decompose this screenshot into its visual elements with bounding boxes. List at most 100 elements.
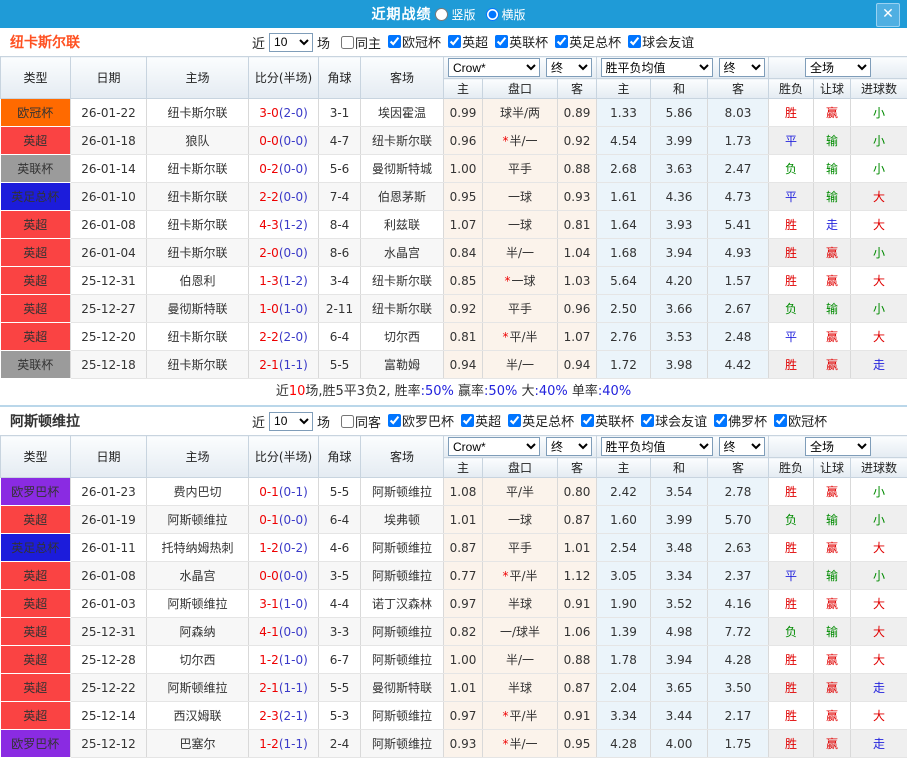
- sub-header-goals: 进球数: [851, 79, 907, 99]
- close-button[interactable]: ✕: [876, 3, 900, 27]
- odds-company-select[interactable]: Crow*: [448, 437, 540, 456]
- league-checkbox-佛罗杯[interactable]: 佛罗杯: [714, 411, 767, 430]
- summary-segment: 近: [276, 384, 289, 399]
- euro-stage-select[interactable]: 终: [719, 58, 765, 77]
- league-checkbox-input[interactable]: [641, 414, 654, 427]
- same-side-checkbox-input[interactable]: [341, 36, 354, 49]
- league-checkbox-input[interactable]: [508, 414, 521, 427]
- match-date: 25-12-18: [71, 351, 147, 379]
- outcome-cell: 胜: [769, 351, 814, 379]
- summary-segment: 10: [289, 384, 306, 399]
- same-side-checkbox[interactable]: 同主: [341, 33, 381, 52]
- league-checkbox-球会友谊[interactable]: 球会友谊: [641, 411, 707, 430]
- sub-header-asia-away: 客: [558, 458, 597, 478]
- league-checkbox-球会友谊[interactable]: 球会友谊: [628, 32, 694, 51]
- handicap-star: *: [502, 330, 508, 344]
- league-checkbox-英联杯[interactable]: 英联杯: [581, 411, 634, 430]
- home-team: 纽卡斯尔联: [147, 99, 249, 127]
- handicap-result-cell: 输: [814, 562, 851, 590]
- league-checkbox-input[interactable]: [581, 414, 594, 427]
- score-cell: 0-0(0-0): [249, 562, 319, 590]
- handicap-cell: *一球: [483, 267, 558, 295]
- odds-company-select[interactable]: Crow*: [448, 58, 540, 77]
- euro-away-odds: 8.03: [708, 99, 769, 127]
- asia-stage-select[interactable]: 终: [546, 58, 592, 77]
- euro-draw-odds: 5.86: [651, 99, 708, 127]
- layout-radio-0[interactable]: 竖版: [435, 6, 475, 23]
- outcome-cell: 胜: [769, 267, 814, 295]
- league-checkbox-input[interactable]: [461, 414, 474, 427]
- layout-radio-input-0[interactable]: [435, 8, 448, 21]
- league-checkbox-英足总杯[interactable]: 英足总杯: [555, 32, 621, 51]
- same-side-checkbox[interactable]: 同客: [341, 412, 381, 431]
- score-cell: 1-0(1-0): [249, 295, 319, 323]
- outcome-cell: 胜: [769, 674, 814, 702]
- results-tbody: 欧冠杯26-01-22纽卡斯尔联3-0(2-0)3-1埃因霍温0.99球半/两0…: [1, 99, 907, 379]
- league-checkbox-input[interactable]: [388, 414, 401, 427]
- layout-radio-1[interactable]: 横版: [486, 6, 526, 23]
- layout-radio-label: 竖版: [451, 6, 475, 23]
- handicap-cell: 半球: [483, 590, 558, 618]
- handicap-result-cell: 输: [814, 295, 851, 323]
- sub-header-asia-away: 客: [558, 79, 597, 99]
- euro-draw-odds: 3.52: [651, 590, 708, 618]
- league-checkbox-input[interactable]: [388, 35, 401, 48]
- asia-stage-select[interactable]: 终: [546, 437, 592, 456]
- fulltime-score: 3-0: [259, 106, 279, 120]
- league-checkbox-input[interactable]: [774, 414, 787, 427]
- handicap-result-cell: 输: [814, 155, 851, 183]
- league-checkbox-英足总杯[interactable]: 英足总杯: [508, 411, 574, 430]
- handicap-result-cell: 赢: [814, 730, 851, 758]
- handicap-cell: 平手: [483, 155, 558, 183]
- euro-stage-select[interactable]: 终: [719, 437, 765, 456]
- league-checkbox-欧冠杯[interactable]: 欧冠杯: [388, 32, 441, 51]
- league-checkbox-input[interactable]: [628, 35, 641, 48]
- scope-select[interactable]: 全场: [805, 58, 871, 77]
- same-side-label: 同客: [355, 412, 381, 431]
- match-row: 英超25-12-28切尔西1-2(1-0)6-7阿斯顿维拉1.00半/一0.88…: [1, 646, 907, 674]
- asia-away-odds: 0.91: [558, 590, 597, 618]
- sub-header-euro-home: 主: [597, 458, 651, 478]
- halftime-score: (2-0): [279, 330, 308, 344]
- avg-odds-select[interactable]: 胜平负均值: [601, 437, 713, 456]
- league-checkbox-input[interactable]: [555, 35, 568, 48]
- home-team: 阿斯顿维拉: [147, 590, 249, 618]
- league-checkbox-欧冠杯[interactable]: 欧冠杯: [774, 411, 827, 430]
- league-checkbox-label: 英联杯: [509, 32, 548, 51]
- outcome-cell: 胜: [769, 730, 814, 758]
- scope-select[interactable]: 全场: [805, 437, 871, 456]
- goals-cell: 走: [851, 351, 907, 379]
- sub-header-outcome: 胜负: [769, 458, 814, 478]
- league-checkbox-input[interactable]: [448, 35, 461, 48]
- same-side-checkbox-input[interactable]: [341, 415, 354, 428]
- league-checkbox-英联杯[interactable]: 英联杯: [495, 32, 548, 51]
- corners-cell: 5-5: [319, 674, 361, 702]
- corners-cell: 7-4: [319, 183, 361, 211]
- euro-home-odds: 5.64: [597, 267, 651, 295]
- asia-odds-header: Crow* 终: [444, 57, 597, 79]
- match-count-select[interactable]: 10: [269, 412, 313, 431]
- filter-bar: 近 10 场 同主 欧冠杯英超英联杯英足总杯球会友谊: [248, 32, 694, 52]
- recent-results-panel: 近期战绩 竖版横版 ✕ 纽卡斯尔联 近 10 场 同主 欧冠杯英超英联杯英足总杯…: [0, 0, 907, 752]
- layout-radio-input-1[interactable]: [486, 8, 499, 21]
- goals-cell: 大: [851, 267, 907, 295]
- league-checkbox-input[interactable]: [714, 414, 727, 427]
- fulltime-score: 1-0: [259, 302, 279, 316]
- sections-container: 纽卡斯尔联 近 10 场 同主 欧冠杯英超英联杯英足总杯球会友谊 类型 日期 主: [0, 28, 907, 758]
- league-checkbox-英超[interactable]: 英超: [448, 32, 488, 51]
- score-cell: 0-0(0-0): [249, 127, 319, 155]
- avg-odds-select[interactable]: 胜平负均值: [601, 58, 713, 77]
- euro-away-odds: 2.48: [708, 323, 769, 351]
- match-count-select[interactable]: 10: [269, 33, 313, 52]
- euro-away-odds: 5.41: [708, 211, 769, 239]
- league-checkbox-input[interactable]: [495, 35, 508, 48]
- euro-away-odds: 5.70: [708, 506, 769, 534]
- outcome-cell: 负: [769, 155, 814, 183]
- asia-away-odds: 0.81: [558, 211, 597, 239]
- league-checkbox-欧罗巴杯[interactable]: 欧罗巴杯: [388, 411, 454, 430]
- league-checkbox-英超[interactable]: 英超: [461, 411, 501, 430]
- summary-segment: :50%: [421, 384, 454, 399]
- euro-home-odds: 1.60: [597, 506, 651, 534]
- match-row: 英联杯25-12-18纽卡斯尔联2-1(1-1)5-5富勒姆0.94半/一0.9…: [1, 351, 907, 379]
- halftime-score: (2-0): [279, 106, 308, 120]
